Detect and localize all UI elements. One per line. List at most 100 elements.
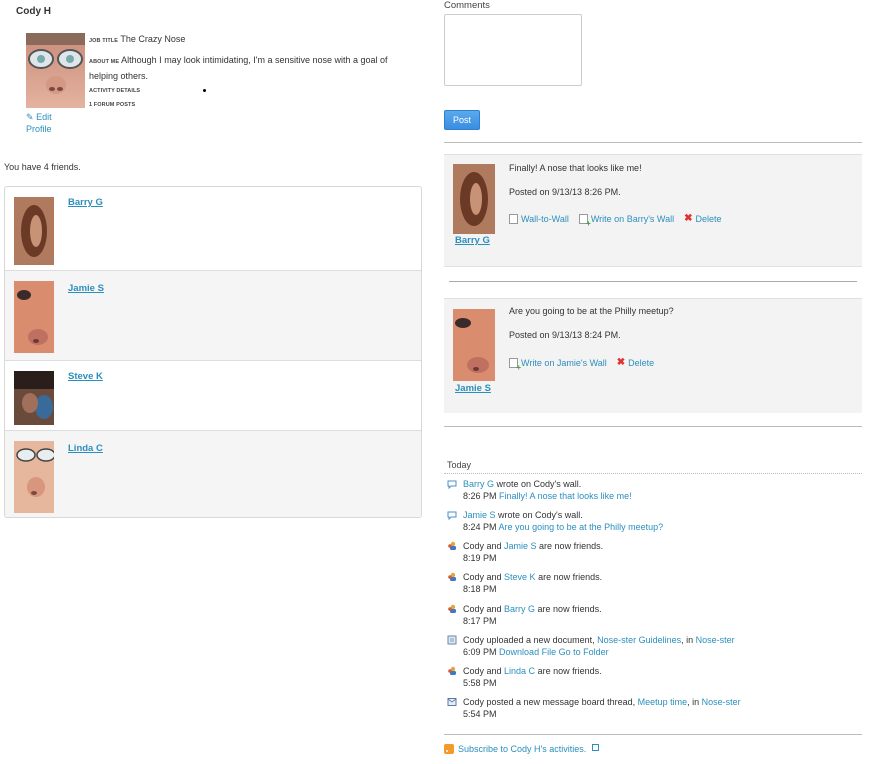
divider <box>444 734 862 735</box>
delete-link[interactable]: ✖ Delete <box>684 213 721 224</box>
write-icon <box>509 357 521 372</box>
activity-post-link[interactable]: Are you going to be at the Philly meetup… <box>499 522 664 532</box>
activity-text: Cody and <box>463 604 505 614</box>
comments-label: Comments <box>444 0 490 11</box>
forum-posts-count: 1 FORUM POSTS <box>89 102 136 108</box>
edit-icon: ✎ <box>26 112 34 122</box>
job-title-row: JOB TITLE The Crazy Nose <box>89 34 185 44</box>
post-button[interactable]: Post <box>444 110 480 130</box>
friend-avatar <box>14 281 54 353</box>
wall-post-avatar <box>453 309 495 381</box>
job-title-label: JOB TITLE <box>89 38 119 44</box>
friend-row: Linda C <box>5 431 421 517</box>
divider <box>449 281 857 282</box>
wall-post-author[interactable]: Jamie S <box>455 383 491 394</box>
friend-link[interactable]: Steve K <box>68 371 103 382</box>
edit-profile-link[interactable]: ✎ Edit Profile <box>26 111 66 135</box>
activity-user-link[interactable]: Barry G <box>463 479 494 489</box>
profile-avatar <box>26 33 85 108</box>
external-link-icon <box>592 743 600 751</box>
friend-avatar <box>14 441 54 513</box>
wall-post-author[interactable]: Barry G <box>455 235 490 246</box>
friends-icon <box>448 572 456 581</box>
friends-count: You have 4 friends. <box>4 162 81 172</box>
activity-site-link[interactable]: Nose-ster <box>702 697 741 707</box>
activity-site-link[interactable]: Nose-ster <box>696 635 735 645</box>
wall-separator <box>444 266 862 298</box>
profile-name: Cody H <box>16 6 51 17</box>
comment-icon <box>447 511 457 520</box>
divider <box>444 426 862 427</box>
activity-user-link[interactable]: Linda C <box>504 666 535 676</box>
activity-text: , in <box>687 697 702 707</box>
friend-link[interactable]: Jamie S <box>68 283 104 294</box>
delete-link[interactable]: ✖ Delete <box>617 357 654 368</box>
activity-text: are now friends. <box>535 666 602 676</box>
wall-post: Barry G Finally! A nose that looks like … <box>444 154 862 266</box>
friends-icon <box>448 666 456 675</box>
activity-user-link[interactable]: Steve K <box>504 572 536 582</box>
about-value: Although I may look intimidating, I'm a … <box>89 55 388 81</box>
subscribe-link[interactable]: Subscribe to Cody H's activities. <box>444 743 600 754</box>
activity-text: Cody and <box>463 572 505 582</box>
activity-user-link[interactable]: Jamie S <box>463 510 496 520</box>
dotted-divider <box>444 473 862 474</box>
wall-to-wall-label: Wall-to-Wall <box>521 213 569 224</box>
comments-textarea[interactable] <box>444 14 582 86</box>
wall-post-date: Posted on 9/13/13 8:24 PM. <box>509 330 621 340</box>
activity-details-label: ACTIVITY DETAILS <box>89 88 141 94</box>
wall-post-actions: Write on Jamie's Wall ✖Delete <box>509 357 654 372</box>
documents-icon <box>509 213 518 224</box>
write-on-wall-label: Write on Barry's Wall <box>590 213 675 224</box>
download-file-link[interactable]: Download File <box>499 647 556 657</box>
rss-icon <box>444 744 454 754</box>
activity-user-link[interactable]: Jamie S <box>504 541 537 551</box>
activity-text: Cody and <box>463 666 505 676</box>
activity-text: are now friends. <box>535 572 603 582</box>
activity-time: 5:58 PM <box>463 678 497 688</box>
go-to-folder-link[interactable]: Go to Folder <box>559 647 609 657</box>
activity-item: Cody and Jamie S are now friends. 8:19 P… <box>447 540 867 566</box>
friend-avatar <box>14 371 54 425</box>
friends-icon <box>448 541 456 550</box>
activity-item: Cody uploaded a new document, Nose-ster … <box>447 634 867 660</box>
friend-row: Jamie S <box>5 271 421 361</box>
friends-list: Barry G Jamie S Steve K Linda C <box>4 186 422 518</box>
friends-icon <box>448 604 456 613</box>
wall-to-wall-link[interactable]: Wall-to-Wall <box>509 213 569 224</box>
about-label: ABOUT ME <box>89 59 120 65</box>
activity-text: Cody posted a new message board thread, <box>463 697 638 707</box>
activity-text: , in <box>681 635 696 645</box>
about-row: ABOUT ME Although I may look intimidatin… <box>89 53 415 83</box>
write-icon <box>578 213 591 228</box>
activity-thread-link[interactable]: Meetup time <box>638 697 688 707</box>
activity-user-link[interactable]: Barry G <box>504 604 535 614</box>
write-on-wall-link[interactable]: Write on Jamie's Wall <box>509 357 607 372</box>
activity-item: Cody and Barry G are now friends. 8:17 P… <box>447 603 867 629</box>
activity-time: 8:18 PM <box>463 584 497 594</box>
friend-row: Steve K <box>5 361 421 431</box>
activity-text: wrote on Cody's wall. <box>495 510 583 520</box>
activity-text: are now friends. <box>535 604 602 614</box>
delete-icon: ✖ <box>684 213 693 224</box>
decorative-dot <box>203 89 206 92</box>
activity-text: Cody uploaded a new document, <box>463 635 598 645</box>
activity-item: Cody and Steve K are now friends. 8:18 P… <box>447 571 867 597</box>
activity-time: 8:19 PM <box>463 553 497 563</box>
activity-text: are now friends. <box>536 541 604 551</box>
friend-link[interactable]: Barry G <box>68 197 103 208</box>
write-on-wall-link[interactable]: Write on Barry's Wall <box>578 213 675 228</box>
wall-post-message: Are you going to be at the Philly meetup… <box>509 306 674 316</box>
activity-time: 8:26 PM <box>463 491 497 501</box>
wall-post-avatar <box>453 164 495 234</box>
friend-link[interactable]: Linda C <box>68 443 103 454</box>
divider <box>444 142 862 143</box>
activity-post-link[interactable]: Finally! A nose that looks like me! <box>499 491 632 501</box>
job-title-value: The Crazy Nose <box>120 34 186 44</box>
write-on-wall-label: Write on Jamie's Wall <box>521 357 607 368</box>
activity-time: 8:17 PM <box>463 616 497 626</box>
activity-document-link[interactable]: Nose-ster Guidelines <box>597 635 681 645</box>
activity-item: Cody and Linda C are now friends. 5:58 P… <box>447 665 867 691</box>
wall-post-date: Posted on 9/13/13 8:26 PM. <box>509 187 621 197</box>
activity-item: Jamie S wrote on Cody's wall. 8:24 PM Ar… <box>447 509 867 535</box>
